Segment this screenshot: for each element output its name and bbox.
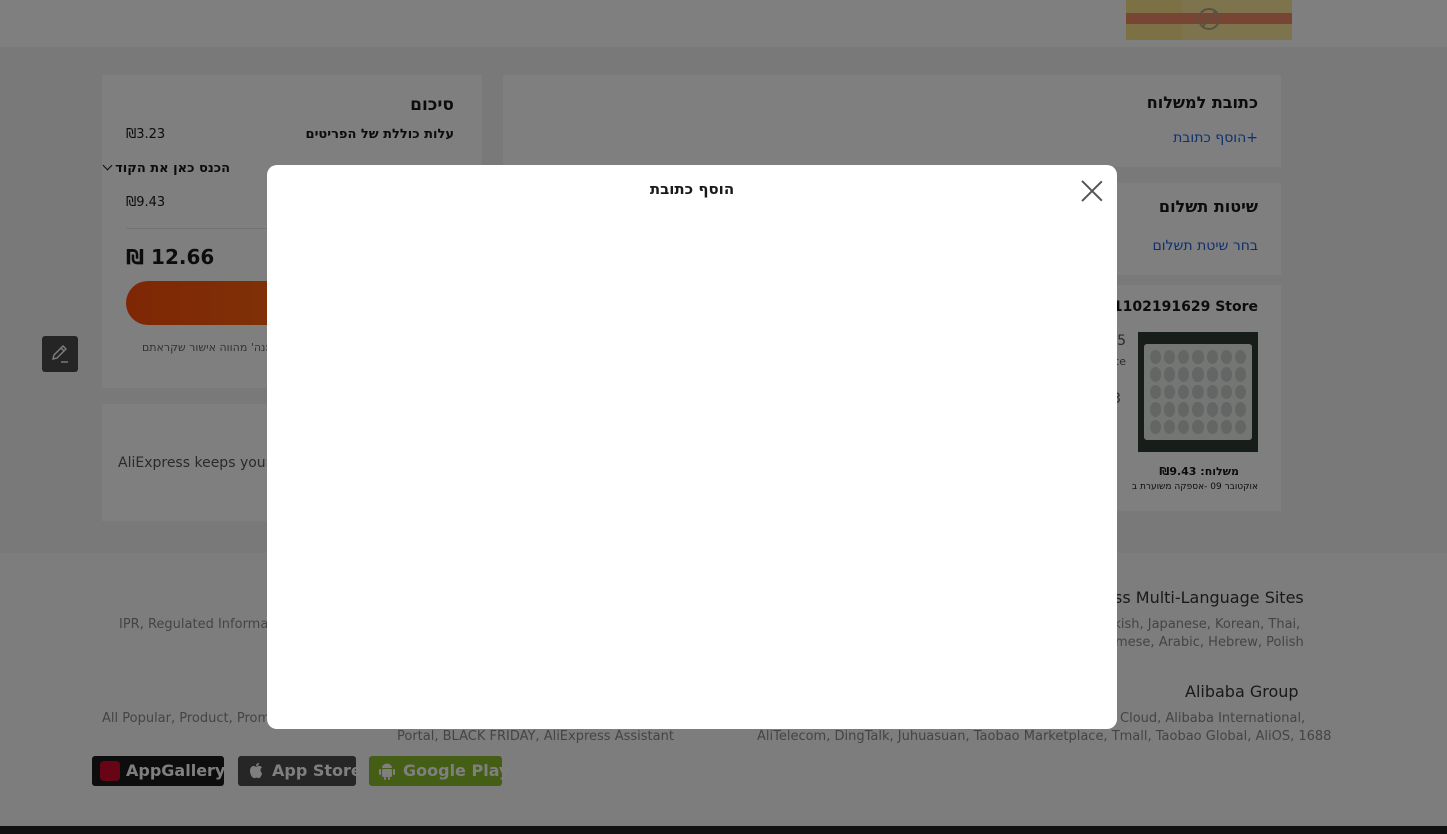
add-address-modal: הוסף כתובת xyxy=(267,165,1117,729)
modal-title: הוסף כתובת xyxy=(649,180,735,198)
close-icon[interactable] xyxy=(1080,179,1104,203)
